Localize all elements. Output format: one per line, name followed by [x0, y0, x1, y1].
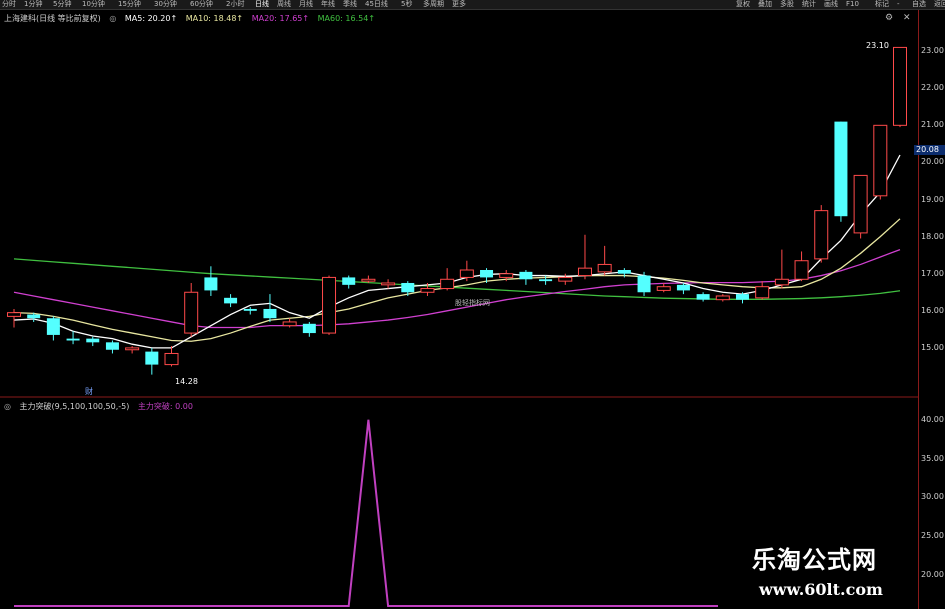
watermark-url: www.60lt.com — [759, 580, 883, 599]
candle-23[interactable] — [459, 269, 474, 278]
price-tick-8: 15.00 — [921, 342, 944, 352]
candle-28[interactable] — [558, 276, 573, 282]
last-price-tag: 20.08 — [914, 145, 945, 155]
candle-25[interactable] — [499, 273, 514, 278]
candle-7[interactable] — [145, 351, 159, 365]
candle-18[interactable] — [361, 278, 376, 282]
candle-4[interactable] — [86, 338, 100, 343]
candle-30[interactable] — [597, 263, 612, 273]
candle-20[interactable] — [401, 282, 415, 293]
price-tick-3: 20.00 — [921, 157, 944, 167]
candle-5[interactable] — [105, 342, 119, 350]
candle-39[interactable] — [774, 278, 789, 286]
candle-14[interactable] — [282, 321, 297, 327]
candle-8[interactable] — [164, 352, 179, 366]
candle-33[interactable] — [656, 286, 671, 291]
candle-35[interactable] — [696, 294, 710, 300]
candle-26[interactable] — [519, 271, 533, 280]
high-price-label: 23.10 — [866, 41, 889, 50]
candle-10[interactable] — [204, 277, 218, 291]
candle-0[interactable] — [7, 312, 21, 317]
candle-3[interactable] — [66, 338, 80, 341]
indicator-tick-4: 20.00 — [921, 569, 944, 579]
candle-32[interactable] — [637, 275, 651, 293]
price-tick-6: 17.00 — [921, 268, 944, 278]
candle-2[interactable] — [46, 318, 60, 335]
candle-17[interactable] — [342, 277, 356, 285]
price-tick-7: 16.00 — [921, 305, 944, 315]
candle-15[interactable] — [302, 323, 316, 334]
price-tick-0: 23.00 — [921, 46, 944, 56]
candle-45[interactable] — [893, 46, 907, 126]
price-tick-5: 18.00 — [921, 231, 944, 241]
inline-watermark: 股轻指标网 — [455, 298, 490, 307]
candle-42[interactable] — [834, 121, 848, 217]
candle-27[interactable] — [539, 279, 553, 282]
chart-canvas[interactable]: 23.10 14.28 财 股轻指标网 — [0, 0, 918, 609]
indicator-tick-3: 25.00 — [921, 531, 944, 541]
price-tick-2: 21.00 — [921, 120, 944, 130]
toolbar-action-9[interactable]: 返回 — [934, 0, 945, 9]
candle-16[interactable] — [322, 276, 337, 334]
candle-43[interactable] — [853, 174, 868, 234]
candle-19[interactable] — [381, 282, 396, 286]
candle-21[interactable] — [420, 288, 435, 293]
finance-mark: 财 — [85, 386, 93, 396]
indicator-tick-0: 40.00 — [921, 414, 944, 424]
candle-37[interactable] — [735, 294, 749, 300]
candle-38[interactable] — [755, 286, 770, 299]
indicator-tick-1: 35.00 — [921, 453, 944, 463]
price-tick-4: 19.00 — [921, 194, 944, 204]
candle-29[interactable] — [577, 267, 592, 277]
candle-13[interactable] — [263, 308, 277, 319]
candle-12[interactable] — [243, 308, 257, 311]
candle-36[interactable] — [715, 295, 730, 301]
candle-40[interactable] — [794, 260, 809, 280]
candle-6[interactable] — [125, 347, 140, 351]
candle-34[interactable] — [676, 284, 690, 291]
candle-22[interactable] — [440, 278, 455, 290]
indicator-tick-2: 30.00 — [921, 492, 944, 502]
watermark-title: 乐淘公式网 — [752, 545, 877, 574]
candle-24[interactable] — [480, 270, 494, 278]
candle-44[interactable] — [873, 124, 888, 197]
low-price-label: 14.28 — [175, 377, 198, 386]
candle-31[interactable] — [617, 270, 631, 274]
price-tick-1: 22.00 — [921, 83, 944, 93]
candle-9[interactable] — [184, 291, 199, 334]
ma5-line — [13, 154, 901, 349]
candle-11[interactable] — [224, 297, 238, 304]
candle-41[interactable] — [814, 210, 829, 260]
candle-1[interactable] — [27, 314, 41, 319]
